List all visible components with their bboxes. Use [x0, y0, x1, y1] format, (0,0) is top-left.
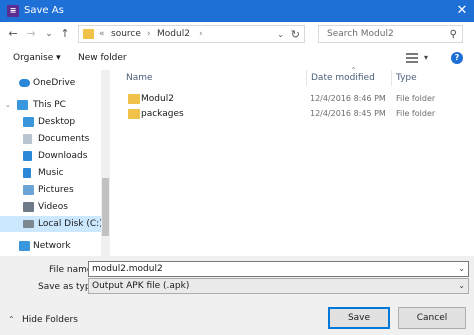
sidebar-item-pictures[interactable]: Pictures	[0, 182, 101, 198]
documents-icon	[23, 134, 32, 144]
network-icon	[19, 241, 30, 251]
file-name: packages	[141, 109, 184, 119]
search-icon: ⚲	[449, 29, 457, 40]
sidebar-item-label: Network	[33, 241, 71, 251]
cloud-icon	[19, 79, 30, 87]
download-icon	[23, 151, 32, 161]
table-row[interactable]: packages 12/4/2016 8:45 PM File folder	[111, 106, 474, 122]
view-dropdown-icon[interactable]: ▾	[424, 51, 428, 65]
address-bar[interactable]: « source › Modul2 › ⌄ ↻	[78, 25, 305, 43]
savetype-select[interactable]: Output APK file (.apk) ⌄	[88, 278, 469, 294]
file-name: Modul2	[141, 94, 174, 104]
desktop-icon	[23, 117, 34, 127]
sidebar-item-documents[interactable]: Documents	[0, 131, 101, 147]
sidebar-item-videos[interactable]: Videos	[0, 199, 101, 215]
column-header-date[interactable]: Date modified	[311, 71, 375, 85]
save-form: File name: modul2.modul2 ⌄ Save as type:…	[0, 256, 474, 335]
sidebar-item-label: Pictures	[38, 185, 74, 195]
command-toolbar: Organise ▾ New folder ▾ ?	[0, 46, 474, 70]
file-date: 12/4/2016 8:45 PM	[310, 109, 386, 118]
save-button[interactable]: Save	[328, 307, 390, 329]
savetype-value: Output APK file (.apk)	[92, 281, 190, 291]
organise-button[interactable]: Organise ▾	[13, 51, 61, 65]
folder-icon	[128, 94, 140, 104]
recent-locations-button[interactable]: ⌄	[42, 26, 56, 42]
up-button[interactable]: ↑	[58, 26, 72, 42]
chevron-down-icon[interactable]: ⌄	[458, 280, 465, 292]
filename-value: modul2.modul2	[92, 264, 163, 274]
column-header-type[interactable]: Type	[396, 71, 417, 85]
sidebar-item-label: Videos	[38, 202, 68, 212]
filename-field[interactable]: modul2.modul2 ⌄	[88, 261, 469, 277]
sidebar-item-network[interactable]: Network	[0, 238, 101, 254]
help-icon[interactable]: ?	[451, 52, 463, 64]
search-input[interactable]: Search Modul2	[327, 28, 394, 41]
folder-icon	[128, 109, 140, 119]
sidebar-scrollbar[interactable]	[101, 70, 110, 256]
file-type: File folder	[396, 94, 436, 103]
visual-studio-icon: ≡	[7, 5, 19, 17]
folder-icon	[83, 29, 94, 39]
column-header-name[interactable]: Name	[126, 71, 153, 85]
window-title: Save As	[24, 5, 64, 16]
breadcrumb-overflow[interactable]: «	[99, 28, 105, 41]
sidebar-item-desktop[interactable]: Desktop	[0, 114, 101, 130]
sidebar-item-label: This PC	[33, 100, 66, 110]
videos-icon	[23, 202, 34, 212]
sidebar-item-label: Local Disk (C:)	[38, 219, 103, 229]
table-row[interactable]: Modul2 12/4/2016 8:46 PM File folder	[111, 91, 474, 107]
address-dropdown-icon[interactable]: ⌄	[277, 28, 284, 41]
forward-button[interactable]: →	[24, 26, 38, 42]
sidebar-item-this-pc[interactable]: ⌄ This PC	[0, 97, 101, 113]
sidebar-item-label: Music	[38, 168, 64, 178]
pictures-icon	[23, 185, 34, 195]
breadcrumb-modul2[interactable]: Modul2	[157, 28, 190, 41]
hide-folders-label: Hide Folders	[22, 315, 78, 325]
column-divider[interactable]	[391, 70, 392, 86]
sidebar-item-onedrive[interactable]: OneDrive	[0, 75, 101, 91]
sidebar-item-label: OneDrive	[33, 78, 76, 88]
title-bar: ≡ Save As ✕	[0, 0, 474, 22]
sidebar-item-label: Desktop	[38, 117, 76, 127]
navigation-pane: OneDrive ⌄ This PC Desktop Documents Dow…	[0, 70, 111, 256]
file-date: 12/4/2016 8:46 PM	[310, 94, 386, 103]
new-folder-button[interactable]: New folder	[78, 51, 127, 65]
sidebar-item-music[interactable]: Music	[0, 165, 101, 181]
drive-icon	[23, 220, 34, 228]
file-type: File folder	[396, 109, 436, 118]
scrollbar-thumb[interactable]	[102, 178, 109, 236]
sidebar-item-downloads[interactable]: Downloads	[0, 148, 101, 164]
breadcrumb-separator: ›	[147, 29, 151, 39]
sidebar-item-local-disk[interactable]: Local Disk (C:)	[0, 216, 103, 232]
cancel-button[interactable]: Cancel	[398, 307, 466, 329]
music-icon	[23, 168, 31, 178]
chevron-down-icon[interactable]: ⌄	[458, 263, 465, 275]
breadcrumb-separator: ›	[199, 29, 203, 39]
chevron-down-icon[interactable]: ⌄	[5, 99, 11, 111]
breadcrumb-source[interactable]: source	[111, 28, 141, 41]
back-button[interactable]: ←	[6, 26, 20, 42]
refresh-icon[interactable]: ↻	[291, 27, 300, 42]
search-box[interactable]: Search Modul2 ⚲	[318, 25, 463, 43]
view-options-icon[interactable]	[406, 53, 418, 63]
sidebar-item-label: Documents	[38, 134, 90, 144]
close-button[interactable]: ✕	[454, 3, 470, 19]
navigation-bar: ← → ⌄ ↑ « source › Modul2 › ⌄ ↻ Search M…	[0, 22, 474, 46]
file-list: ^ Name Date modified Type Modul2 12/4/20…	[111, 67, 474, 256]
column-divider[interactable]	[306, 70, 307, 86]
chevron-up-icon: ⌃	[8, 315, 15, 324]
monitor-icon	[17, 100, 28, 110]
sidebar-item-label: Downloads	[38, 151, 88, 161]
